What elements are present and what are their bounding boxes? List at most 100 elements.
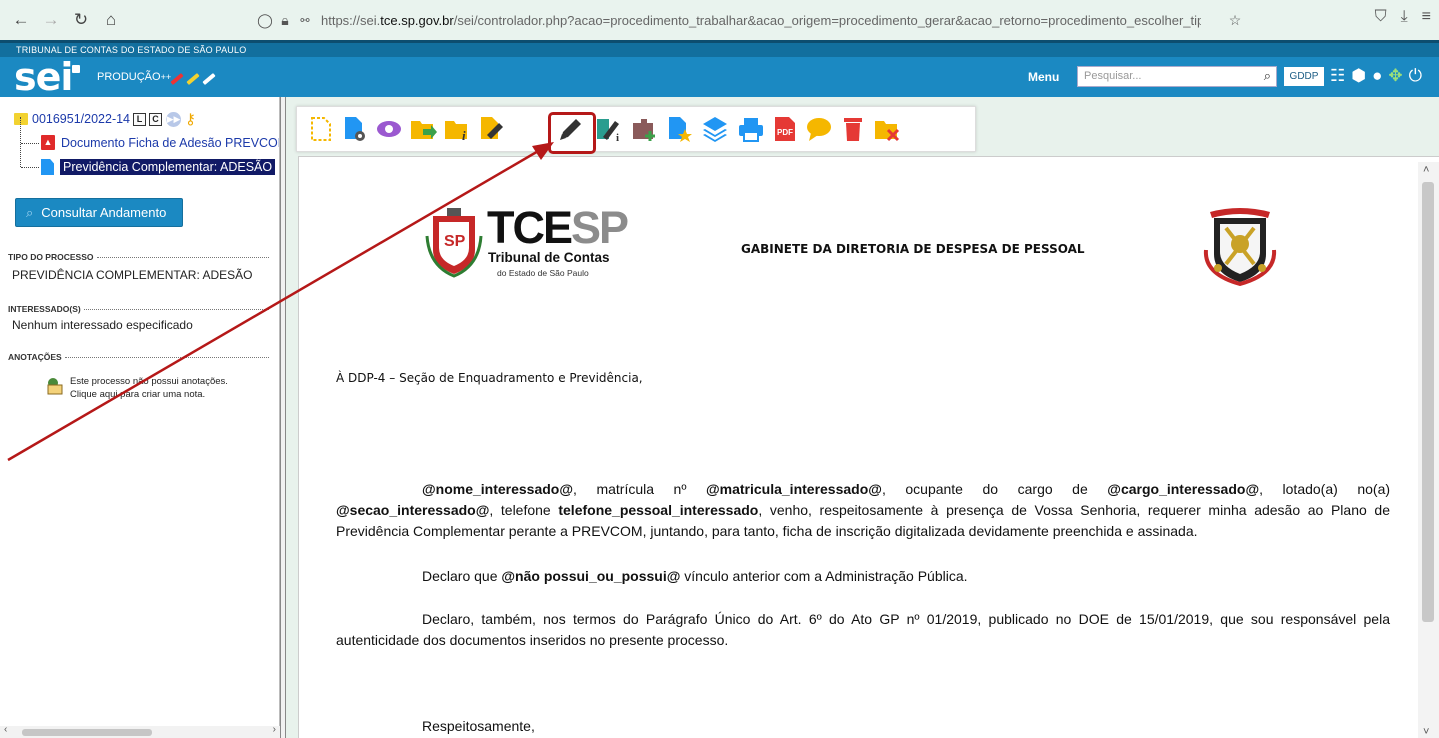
- browser-menu-icon[interactable]: ≡: [1422, 8, 1431, 26]
- send-process-icon[interactable]: [409, 115, 437, 143]
- process-type-title: TIPO DO PROCESSO: [8, 252, 94, 262]
- annotation-icon[interactable]: [45, 377, 65, 395]
- environment-label: PRODUÇÃO++: [97, 71, 172, 83]
- tce-logo-title: TCESP: [487, 202, 629, 253]
- tree-connector: [20, 117, 21, 167]
- alert-icon[interactable]: ⬢: [1351, 66, 1366, 86]
- paragraph-3-line-2: autenticidade dos documentos inseridos n…: [336, 632, 729, 648]
- search-input[interactable]: Pesquisar... ⌕: [1077, 66, 1277, 87]
- tce-logo-subtitle-2: do Estado de São Paulo: [497, 268, 589, 278]
- paragraph-3-line-1: Declaro, também, nos termos do Parágrafo…: [422, 611, 1390, 627]
- view-icon[interactable]: [375, 115, 403, 143]
- search-placeholder: Pesquisar...: [1084, 70, 1142, 82]
- browser-toolbar: ← → ↻ ⌂ ◯ 🔒︎ ⚯ https://sei.tce.sp.gov.br…: [0, 0, 1439, 40]
- scrollbar-thumb[interactable]: [22, 729, 152, 736]
- notes-title: ANOTAÇÕES: [8, 352, 62, 362]
- search-icon[interactable]: ⌕: [1264, 68, 1271, 84]
- tree-connector-h1: [21, 143, 39, 144]
- navigation-icon[interactable]: ✥: [1388, 66, 1402, 86]
- emblem-seal-icon: [1203, 208, 1277, 286]
- svg-text:PDF: PDF: [777, 128, 793, 137]
- pdf-icon[interactable]: PDF: [771, 115, 799, 143]
- sp-coat-of-arms-icon: SP: [425, 208, 483, 278]
- search-icon: ⌕: [26, 204, 34, 220]
- badge-c[interactable]: C: [149, 112, 163, 126]
- user-icon[interactable]: ●: [1372, 66, 1382, 86]
- comment-icon[interactable]: [805, 115, 833, 143]
- svg-text:SP: SP: [444, 233, 466, 250]
- document-addressee: À DDP-4 – Seção de Enquadramento e Previ…: [336, 371, 643, 385]
- scroll-down-icon[interactable]: ˅: [1423, 726, 1429, 738]
- document-paragraph-1: @nome_interessado@, matrícula nº @matric…: [336, 479, 1390, 542]
- process-tree-panel: [0, 97, 280, 738]
- paragraph-1-line-1: @nome_interessado@, matrícula nº @matric…: [422, 481, 1391, 497]
- interested-section: INTERESSADO(S): [8, 304, 272, 314]
- document-link[interactable]: Documento Ficha de Adesão PREVCOM: [61, 136, 279, 150]
- logout-icon[interactable]: ⏻: [1409, 66, 1422, 86]
- notes-text[interactable]: Este processo não possui anotações. Cliq…: [70, 376, 240, 401]
- consult-button-label: Consultar Andamento: [41, 205, 167, 220]
- horizontal-scrollbar[interactable]: ‹ ›: [0, 724, 280, 738]
- folder-icon: [14, 113, 28, 125]
- document-paragraph-2: Declaro que @não possui_ou_possui@ víncu…: [422, 568, 968, 584]
- reload-icon[interactable]: ↻: [68, 7, 94, 33]
- tree-item-document-pdf[interactable]: ▲ Documento Ficha de Adesão PREVCOM: [41, 135, 279, 150]
- layers-icon[interactable]: [701, 115, 729, 143]
- process-number[interactable]: 0016951/2022-14: [32, 112, 130, 126]
- download-icon[interactable]: ⤓: [1401, 8, 1408, 26]
- svg-text:i: i: [616, 132, 619, 143]
- tree-item-document-current[interactable]: Previdência Complementar: ADESÃO: [41, 159, 276, 175]
- forward-icon[interactable]: →: [38, 7, 64, 33]
- vertical-scrollbar[interactable]: ˄ ˅: [1418, 162, 1439, 738]
- sei-header: sei PRODUÇÃO++ Menu Pesquisar... ⌕ GDDP …: [0, 57, 1439, 97]
- forward-circle-icon[interactable]: ▶▶: [166, 111, 182, 127]
- scroll-left-icon[interactable]: ‹: [4, 724, 7, 735]
- badge-l[interactable]: L: [133, 112, 147, 126]
- panel-splitter[interactable]: [280, 97, 286, 738]
- document-edit-icon[interactable]: [477, 115, 505, 143]
- process-info-icon[interactable]: i: [443, 115, 471, 143]
- url-text[interactable]: https://sei.tce.sp.gov.br/sei/controlado…: [321, 13, 1201, 28]
- process-type-section: TIPO DO PROCESSO: [8, 252, 272, 262]
- document-paragraph-3: Declaro, também, nos termos do Parágrafo…: [336, 609, 1390, 651]
- document-heading: GABINETE DA DIRETORIA DE DESPESA DE PESS…: [741, 242, 1085, 256]
- process-node[interactable]: 0016951/2022-14 L C ▶▶ ⚷: [14, 110, 196, 128]
- back-icon[interactable]: ←: [8, 7, 34, 33]
- lock-icon[interactable]: 🔒︎: [275, 12, 295, 29]
- paragraph-1-line-2: @secao_interessado@, telefone telefone_p…: [336, 502, 1390, 518]
- home-icon[interactable]: ⌂: [98, 7, 124, 33]
- svg-text:i: i: [462, 128, 466, 143]
- address-bar[interactable]: ◯ 🔒︎ ⚯ https://sei.tce.sp.gov.br/sei/con…: [255, 6, 1245, 34]
- key-icon[interactable]: ⚷: [185, 110, 196, 128]
- notes-section: ANOTAÇÕES: [8, 352, 272, 362]
- scroll-right-icon[interactable]: ›: [273, 724, 276, 735]
- org-name: TRIBUNAL DE CONTAS DO ESTADO DE SÃO PAUL…: [16, 45, 247, 55]
- tce-logo-subtitle: Tribunal de Contas: [488, 250, 610, 265]
- paragraph-1-line-3: Previdência Complementar perante a PREVC…: [336, 523, 1198, 539]
- scroll-up-icon[interactable]: ˄: [1423, 164, 1429, 176]
- new-document-icon[interactable]: [307, 115, 335, 143]
- highlight-box: [548, 112, 596, 154]
- interested-title: INTERESSADO(S): [8, 304, 81, 314]
- bookmark-star-icon[interactable]: ☆: [1225, 12, 1245, 29]
- delete-icon[interactable]: [839, 115, 867, 143]
- shield-icon[interactable]: ◯: [255, 12, 275, 29]
- add-block-icon[interactable]: [631, 115, 659, 143]
- selected-document-link[interactable]: Previdência Complementar: ADESÃO: [60, 159, 276, 175]
- print-icon[interactable]: [737, 115, 765, 143]
- list-icon[interactable]: ☷: [1330, 66, 1345, 86]
- interested-value: Nenhum interessado especificado: [12, 318, 193, 332]
- document-toolbar: i i PDF: [296, 106, 976, 152]
- pocket-icon[interactable]: ⛉: [1375, 8, 1387, 26]
- permissions-icon[interactable]: ⚯: [295, 14, 315, 27]
- sign-document-icon[interactable]: i: [595, 115, 623, 143]
- vertical-scrollbar-thumb[interactable]: [1422, 182, 1434, 622]
- org-strip: TRIBUNAL DE CONTAS DO ESTADO DE SÃO PAUL…: [0, 40, 1439, 57]
- consult-progress-button[interactable]: ⌕ Consultar Andamento: [15, 198, 183, 227]
- menu-link[interactable]: Menu: [1028, 70, 1059, 84]
- favorite-document-icon[interactable]: [665, 115, 693, 143]
- close-process-icon[interactable]: [873, 115, 901, 143]
- unit-selector[interactable]: GDDP: [1284, 67, 1324, 86]
- process-settings-icon[interactable]: [341, 115, 369, 143]
- sei-logo[interactable]: sei: [14, 57, 81, 97]
